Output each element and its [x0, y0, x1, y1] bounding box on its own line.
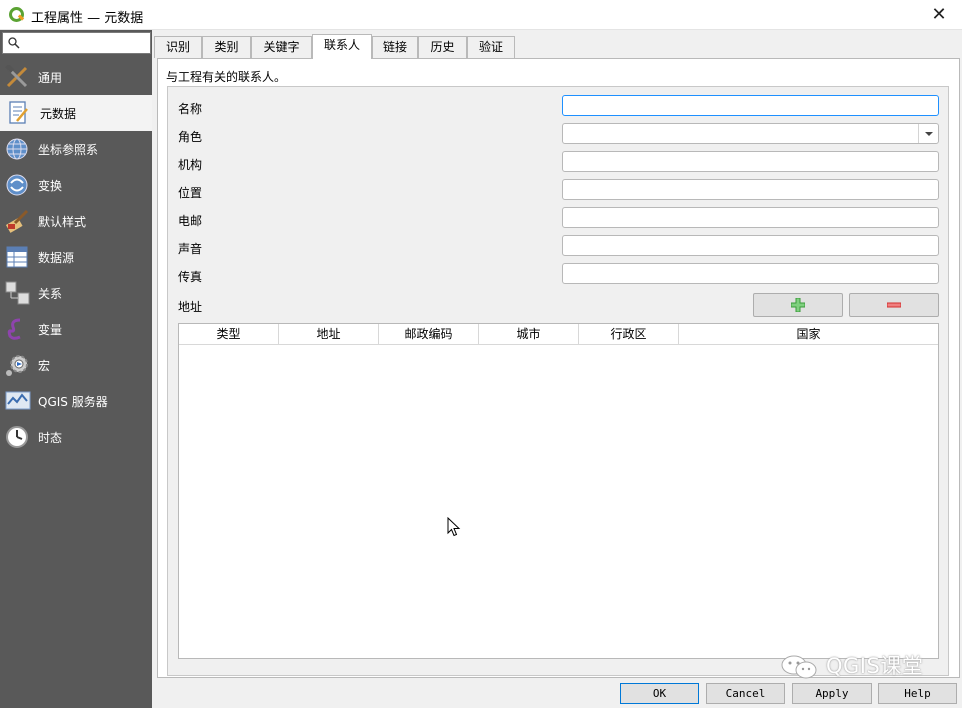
- sidebar-item-label: 时态: [38, 431, 63, 445]
- column-header-country[interactable]: 国家: [679, 324, 938, 344]
- main-panel: 识别 类别 关键字 联系人 链接 历史 验证 与工程有关的联系人。 名称 角色 …: [152, 30, 962, 678]
- close-icon[interactable]: ✕: [916, 0, 962, 30]
- variables-icon: [7, 318, 21, 340]
- address-table-header: 类型 地址 邮政编码 城市 行政区 国家: [179, 324, 938, 345]
- sidebar-item-temporal[interactable]: 时态: [0, 419, 152, 455]
- contact-description: 与工程有关的联系人。: [166, 70, 287, 84]
- contact-tab-pane: 与工程有关的联系人。 名称 角色 机构 位置 电邮 声音 传真 地址 类型 地址…: [157, 58, 960, 678]
- sidebar-item-label: 变量: [38, 323, 63, 337]
- wechat-icon: [781, 655, 817, 679]
- name-field[interactable]: [562, 95, 939, 116]
- apply-button[interactable]: Apply: [792, 683, 872, 704]
- voice-field[interactable]: [562, 235, 939, 256]
- search-icon: [8, 37, 20, 49]
- qgis-server-icon: [5, 391, 31, 410]
- tab-links[interactable]: 链接: [372, 36, 418, 58]
- minus-icon: [887, 302, 901, 308]
- sidebar-item-macros[interactable]: 宏: [0, 347, 152, 383]
- temporal-icon: [6, 426, 28, 448]
- organization-label: 机构: [178, 158, 203, 172]
- tab-contact[interactable]: 联系人: [312, 34, 372, 59]
- sidebar-item-general[interactable]: 通用: [0, 59, 152, 95]
- sidebar-item-metadata[interactable]: 元数据: [0, 95, 152, 131]
- mouse-cursor-icon: [447, 517, 461, 537]
- window-title: 工程属性 — 元数据: [31, 11, 144, 26]
- sidebar: 通用 元数据 坐标参照系 变换 默认样式 数据源 关系 变量 宏 QGIS 服务…: [0, 30, 152, 708]
- metadata-icon: [9, 101, 28, 124]
- address-table[interactable]: 类型 地址 邮政编码 城市 行政区 国家: [178, 323, 939, 659]
- relations-icon: [5, 281, 30, 305]
- sidebar-item-label: 默认样式: [38, 215, 87, 229]
- column-header-administrative-area[interactable]: 行政区: [579, 324, 679, 344]
- ok-button[interactable]: OK: [620, 683, 699, 704]
- help-button[interactable]: Help: [878, 683, 957, 704]
- fax-field[interactable]: [562, 263, 939, 284]
- column-header-postal-code[interactable]: 邮政编码: [379, 324, 479, 344]
- remove-address-button[interactable]: [849, 293, 939, 317]
- watermark-text: QGIS课堂: [826, 654, 924, 678]
- role-dropdown[interactable]: [562, 123, 939, 144]
- sidebar-item-label: 通用: [38, 71, 63, 85]
- sidebar-item-crs[interactable]: 坐标参照系: [0, 131, 152, 167]
- plus-icon: [791, 298, 805, 312]
- cancel-button[interactable]: Cancel: [706, 683, 785, 704]
- sidebar-item-relations[interactable]: 关系: [0, 275, 152, 311]
- sidebar-item-label: 宏: [38, 359, 51, 373]
- column-header-type[interactable]: 类型: [179, 324, 279, 344]
- email-label: 电邮: [178, 214, 203, 228]
- tab-validation[interactable]: 验证: [467, 36, 515, 58]
- email-field[interactable]: [562, 207, 939, 228]
- address-label: 地址: [178, 300, 203, 314]
- default-styles-icon: [5, 209, 29, 233]
- column-header-city[interactable]: 城市: [479, 324, 579, 344]
- data-sources-icon: [6, 246, 28, 268]
- add-address-button[interactable]: [753, 293, 843, 317]
- sidebar-item-transform[interactable]: 变换: [0, 167, 152, 203]
- macros-icon: [6, 355, 28, 376]
- qgis-logo-icon: [9, 7, 25, 22]
- sidebar-item-qgis-server[interactable]: QGIS 服务器: [0, 383, 152, 419]
- title-bar: 工程属性 — 元数据 ✕: [0, 0, 962, 30]
- tab-categories[interactable]: 类别: [202, 36, 251, 58]
- sidebar-item-label: QGIS 服务器: [38, 395, 108, 409]
- sidebar-item-label: 关系: [38, 287, 63, 301]
- tab-keywords[interactable]: 关键字: [251, 36, 312, 58]
- sidebar-item-label: 元数据: [40, 107, 77, 121]
- general-icon: [5, 65, 28, 88]
- sidebar-item-default-styles[interactable]: 默认样式: [0, 203, 152, 239]
- contact-form: 名称 角色 机构 位置 电邮 声音 传真 地址 类型 地址 邮政编码 城市 行政…: [167, 86, 949, 676]
- voice-label: 声音: [178, 242, 203, 256]
- sidebar-item-data-sources[interactable]: 数据源: [0, 239, 152, 275]
- organization-field[interactable]: [562, 151, 939, 172]
- column-header-address[interactable]: 地址: [279, 324, 379, 344]
- transform-icon: [6, 174, 28, 196]
- position-field[interactable]: [562, 179, 939, 200]
- chevron-down-icon[interactable]: [918, 124, 938, 143]
- sidebar-item-label: 坐标参照系: [38, 143, 99, 157]
- role-label: 角色: [178, 130, 203, 144]
- fax-label: 传真: [178, 270, 203, 284]
- tab-history[interactable]: 历史: [418, 36, 467, 58]
- sidebar-item-label: 变换: [38, 179, 63, 193]
- sidebar-item-label: 数据源: [38, 251, 75, 265]
- sidebar-item-variables[interactable]: 变量: [0, 311, 152, 347]
- position-label: 位置: [178, 186, 203, 200]
- search-input[interactable]: [2, 32, 151, 54]
- name-label: 名称: [178, 102, 203, 116]
- crs-icon: [6, 138, 28, 160]
- tab-identification[interactable]: 识别: [154, 36, 202, 58]
